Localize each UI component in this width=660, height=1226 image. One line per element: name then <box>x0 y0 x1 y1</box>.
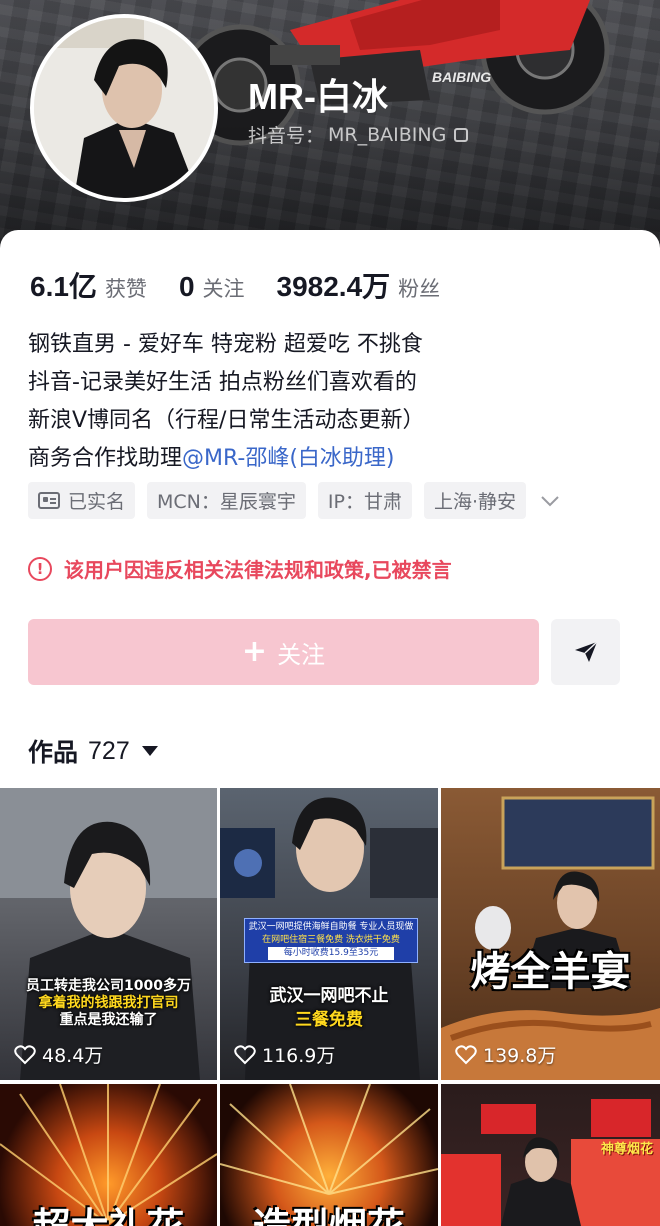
video-likes-count: 48.4万 <box>42 1045 104 1067</box>
video-overlay-banner: 武汉一网吧提供海鲜自助餐 专业人员现做 在网吧住宿三餐免费 洗衣烘干免费 每小时… <box>244 918 418 963</box>
stat-likes[interactable]: 6.1亿 获赞 <box>30 265 147 305</box>
bio-line: 钢铁直男 - 爱好车 特宠粉 超爱吃 不挑食 <box>28 332 423 357</box>
share-button[interactable] <box>551 619 620 685</box>
douyin-id-label: 抖音号： <box>248 125 325 147</box>
stat-followers[interactable]: 3982.4万 粉丝 <box>277 265 441 305</box>
chevron-down-icon[interactable] <box>538 489 562 513</box>
video-likes-count: 116.9万 <box>262 1045 336 1067</box>
firework-box-sign: 神尊烟花 <box>600 1142 653 1157</box>
avatar-photo <box>34 18 214 198</box>
heart-icon <box>455 1044 477 1064</box>
caption-line: 拿着我的钱跟我打官司 <box>38 995 179 1011</box>
video-tile[interactable]: 烤全羊宴 139.8万 <box>441 788 660 1080</box>
video-likes: 139.8万 <box>455 1041 556 1068</box>
caption-line: 三餐免费 <box>295 1010 363 1030</box>
video-thumbnail <box>441 796 660 1080</box>
profile-tags: 已实名 MCN：星辰寰宇 IP：甘肃 上海·静安 <box>28 482 562 519</box>
works-tab[interactable]: 作品 727 <box>28 733 158 769</box>
profile-name: MR-白冰 <box>248 76 388 117</box>
copy-icon[interactable] <box>454 127 469 142</box>
follow-button[interactable]: + 关注 <box>28 619 539 685</box>
video-tile[interactable]: 超大礼花 <box>0 1084 217 1226</box>
assistant-mention-link[interactable]: @MR-邵峰(白冰助理) <box>182 446 394 471</box>
video-tile[interactable]: 武汉一网吧提供海鲜自助餐 专业人员现做 在网吧住宿三餐免费 洗衣烘干免费 每小时… <box>220 788 438 1080</box>
stat-likes-value: 6.1亿 <box>30 271 97 302</box>
video-caption: 超大礼花 <box>0 1196 217 1226</box>
caption-line: 员工转走我公司1000多万 <box>26 978 191 994</box>
heart-icon <box>234 1044 256 1064</box>
video-likes: 116.9万 <box>234 1041 335 1068</box>
video-likes-count: 139.8万 <box>483 1045 557 1067</box>
caption-line: 烤全羊宴 <box>470 949 631 995</box>
bio-line: 商务合作找助理@MR-邵峰(白冰助理) <box>28 440 638 478</box>
video-thumbnail <box>0 788 217 1080</box>
bio-business-text: 商务合作找助理 <box>28 446 183 471</box>
follow-button-label: 关注 <box>277 640 326 669</box>
profile-stats: 6.1亿 获赞 0 关注 3982.4万 粉丝 <box>30 265 472 305</box>
stat-followers-label: 粉丝 <box>398 277 441 301</box>
caption-line: 重点是我还输了 <box>59 1012 158 1028</box>
caret-down-icon[interactable] <box>141 746 158 756</box>
video-tile[interactable]: 神尊烟花 <box>441 1084 660 1226</box>
tag-verified[interactable]: 已实名 <box>28 482 136 519</box>
overlay-line: 武汉一网吧提供海鲜自助餐 专业人员现做 <box>248 922 414 932</box>
douyin-id[interactable]: 抖音号： MR_BAIBING <box>248 121 469 148</box>
bio-line: 新浪V博同名（行程/日常生活动态更新） <box>28 408 425 433</box>
works-label: 作品 <box>28 738 79 767</box>
video-caption: 武汉一网吧不止 三餐免费 <box>220 984 438 1032</box>
ban-notice: ! 该用户因违反相关法律法规和政策,已被禁言 <box>28 554 452 583</box>
caption-line: 武汉一网吧不止 <box>269 986 389 1006</box>
overlay-line: 每小时收费15.9至35元 <box>268 947 394 960</box>
stat-following[interactable]: 0 关注 <box>179 271 245 303</box>
banner-brand-text: BAIBING <box>432 69 491 85</box>
video-caption: 员工转走我公司1000多万 拿着我的钱跟我打官司 重点是我还输了 <box>0 978 217 1029</box>
stat-likes-label: 获赞 <box>104 277 147 301</box>
overlay-line: 在网吧住宿三餐免费 洗衣烘干免费 <box>262 935 400 945</box>
stat-following-label: 关注 <box>202 277 245 301</box>
ban-notice-text: 该用户因违反相关法律法规和政策,已被禁言 <box>64 558 452 582</box>
avatar[interactable] <box>30 14 218 202</box>
tag-mcn[interactable]: MCN：星辰寰宇 <box>147 482 306 519</box>
stat-following-value: 0 <box>178 271 195 302</box>
profile-bio: 钢铁直男 - 爱好车 特宠粉 超爱吃 不挑食 抖音-记录美好生活 拍点粉丝们喜欢… <box>28 326 638 478</box>
video-caption: 造型烟花 <box>220 1196 438 1226</box>
warning-icon: ! <box>28 556 52 581</box>
video-caption: 烤全羊宴 <box>441 950 660 994</box>
douyin-id-value: MR_BAIBING <box>328 123 447 146</box>
works-count: 727 <box>88 736 130 765</box>
tag-location[interactable]: 上海·静安 <box>423 482 526 519</box>
bio-line: 抖音-记录美好生活 拍点粉丝们喜欢看的 <box>28 370 417 395</box>
profile-banner: BAIBING MR-白冰 抖音号： MR_BAIBING <box>0 0 660 260</box>
video-grid: 员工转走我公司1000多万 拿着我的钱跟我打官司 重点是我还输了 48.4万 武… <box>0 788 660 1226</box>
plus-icon: + <box>241 634 268 669</box>
stat-followers-value: 3982.4万 <box>276 271 391 302</box>
heart-icon <box>14 1044 36 1064</box>
video-tile[interactable]: 造型烟花 <box>220 1084 438 1226</box>
send-icon <box>574 641 598 662</box>
id-card-icon <box>38 492 60 509</box>
video-tile[interactable]: 员工转走我公司1000多万 拿着我的钱跟我打官司 重点是我还输了 48.4万 <box>0 788 217 1080</box>
video-likes: 48.4万 <box>14 1041 103 1068</box>
tag-ip[interactable]: IP：甘肃 <box>317 482 412 519</box>
tag-verified-label: 已实名 <box>68 491 126 513</box>
